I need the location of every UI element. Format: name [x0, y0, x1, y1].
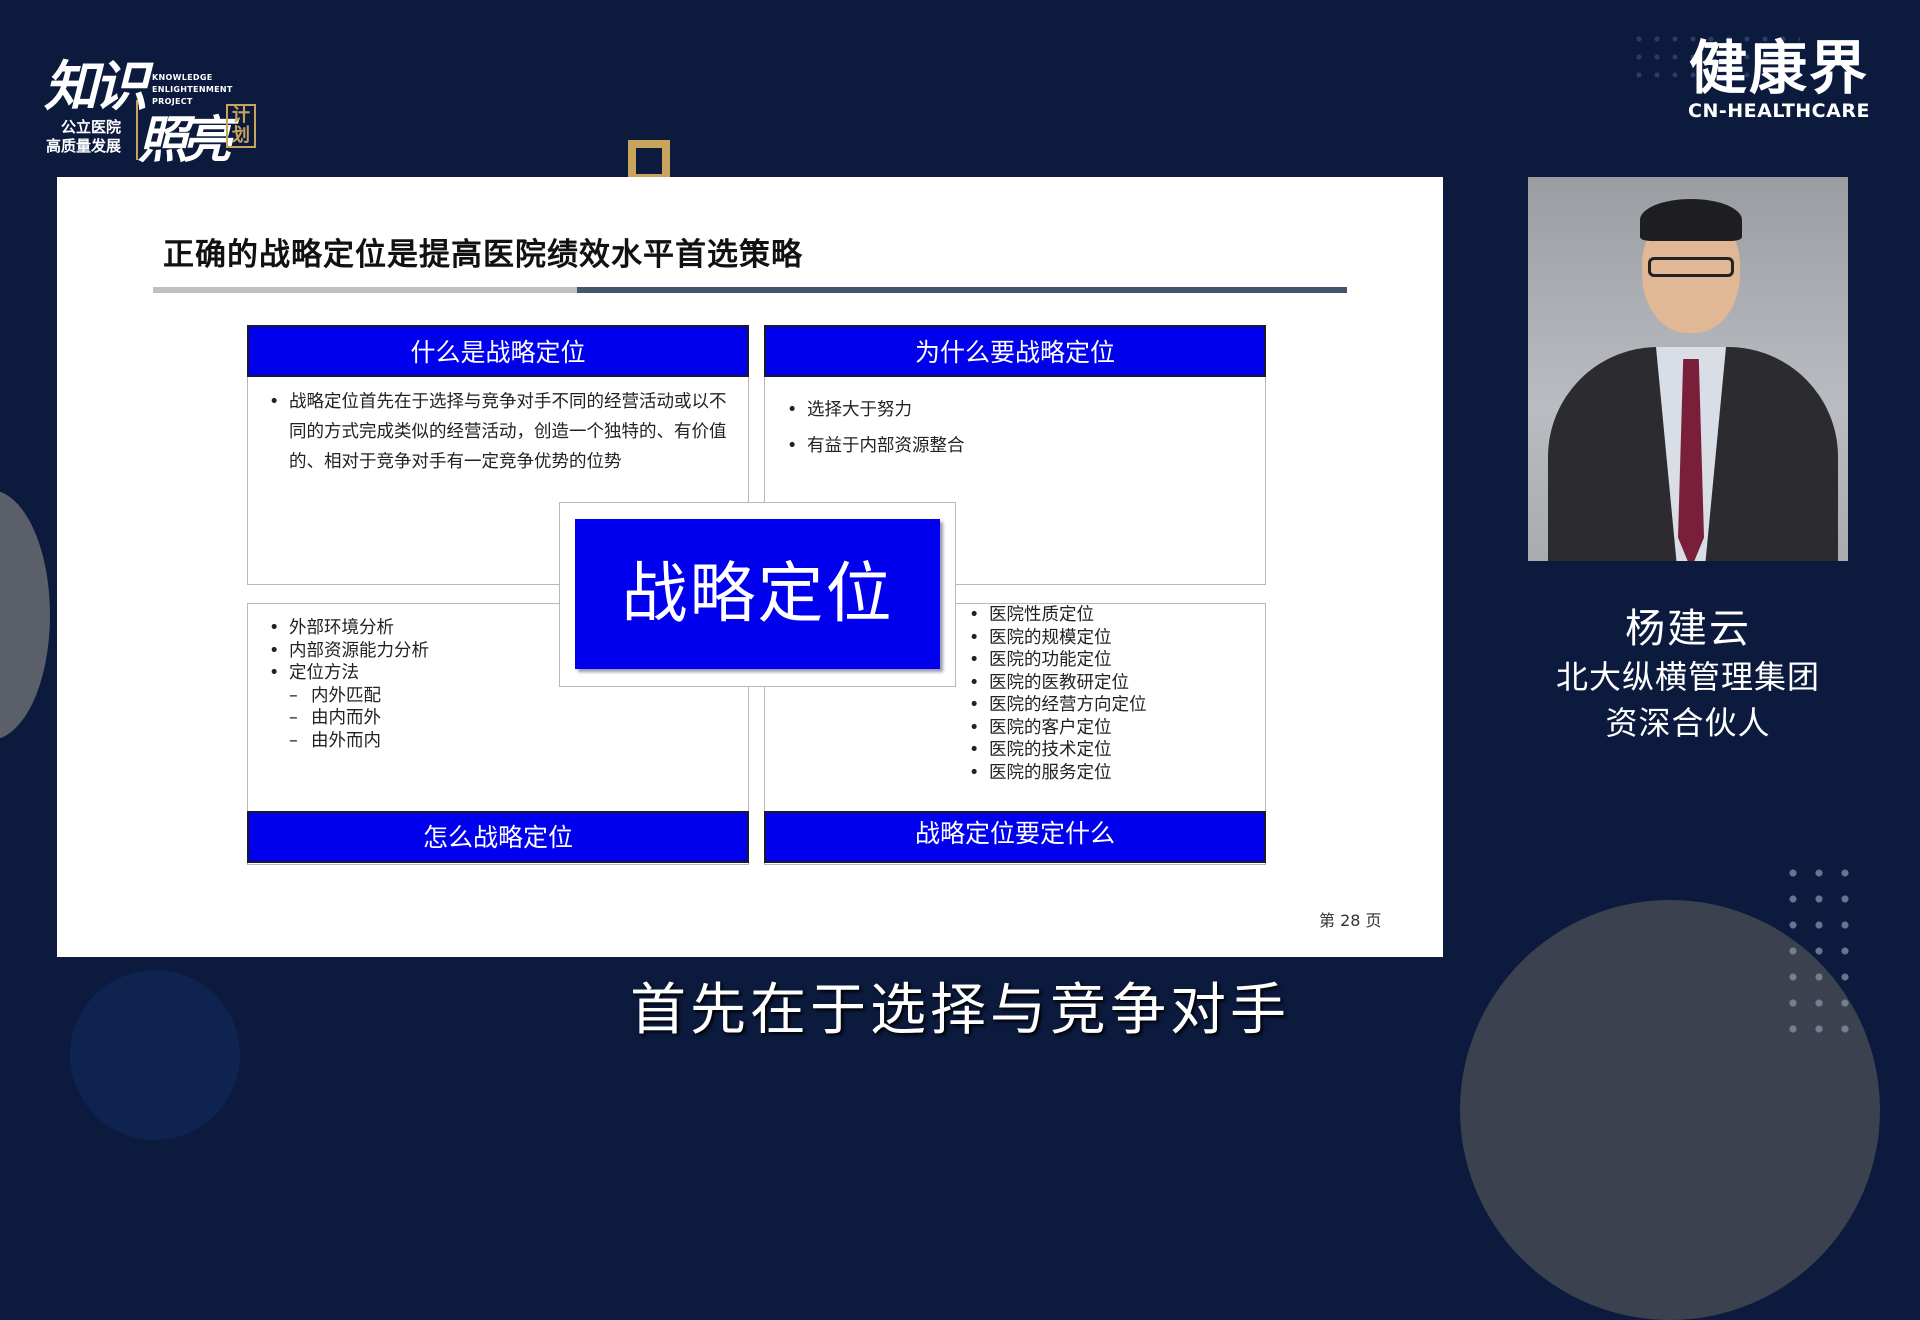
knowledge-project-logo: 知识 KNOWLEDGE ENLIGHTENMENT PROJECT 公立医院 … — [44, 42, 264, 172]
list-what-is: 战略定位首先在于选择与竞争对手不同的经营活动或以不同的方式完成类似的经营活动，创… — [269, 387, 739, 477]
list-item: 医院性质定位 — [969, 604, 1259, 627]
list-item: 有益于内部资源整合 — [787, 428, 1227, 464]
list-what-to-position: 医院性质定位 医院的规模定位 医院的功能定位 医院的医教研定位 医院的经营方向定… — [969, 604, 1259, 784]
header-how-positioning: 怎么战略定位 — [247, 811, 749, 863]
logo-main-text: 知识 — [44, 54, 148, 118]
list-how: 外部环境分析 内部资源能力分析 定位方法 内外匹配 由内而外 由外而内 — [269, 617, 569, 752]
slide-title: 正确的战略定位是提高医院绩效水平首选策略 — [163, 237, 803, 273]
logo-sub-line2: 高质量发展 — [46, 137, 122, 155]
logo-en-text: CN-HEALTHCARE — [1688, 100, 1870, 122]
photo-hair — [1640, 199, 1742, 241]
list-item: 医院的规模定位 — [969, 627, 1259, 650]
presentation-slide: 正确的战略定位是提高医院绩效水平首选策略 什么是战略定位 为什么要战略定位 怎么… — [57, 177, 1443, 957]
logo-english-line1: KNOWLEDGE — [152, 73, 213, 82]
logo-subtitle: 公立医院 高质量发展 — [46, 118, 121, 156]
list-item: 选择大于努力 — [787, 392, 1227, 428]
list-item: 医院的医教研定位 — [969, 672, 1259, 695]
logo-sub-line1: 公立医院 — [61, 118, 122, 136]
list-item: 医院的经营方向定位 — [969, 694, 1259, 717]
header-what-is-positioning: 什么是战略定位 — [247, 325, 749, 377]
list-sub-item: 由内而外 — [269, 707, 569, 730]
photo-glasses — [1648, 257, 1734, 277]
list-item: 外部环境分析 — [269, 617, 569, 640]
page-number: 第 28 页 — [1319, 911, 1382, 930]
speaker-photo — [1528, 177, 1848, 561]
logo-main-text-2: 照亮 — [138, 110, 232, 169]
list-item: 医院的技术定位 — [969, 739, 1259, 762]
list-why: 选择大于努力 有益于内部资源整合 — [787, 392, 1227, 464]
list-item: 定位方法 — [269, 662, 569, 685]
list-sub-item: 由外而内 — [269, 730, 569, 753]
cn-healthcare-logo: 健康界 CN-HEALTHCARE — [1686, 36, 1872, 122]
speaker-role: 资深合伙人 — [1605, 704, 1771, 742]
title-underline-dark — [577, 287, 1347, 293]
header-why-positioning: 为什么要战略定位 — [764, 325, 1266, 377]
title-underline-gray — [153, 287, 577, 293]
header-what-to-position: 战略定位要定什么 — [764, 811, 1266, 863]
logo-cn-text: 健康界 — [1688, 34, 1869, 102]
list-item: 内部资源能力分析 — [269, 640, 569, 663]
speaker-name: 杨建云 — [1625, 606, 1751, 652]
list-sub-item: 内外匹配 — [269, 685, 569, 708]
list-item: 医院的功能定位 — [969, 649, 1259, 672]
video-caption: 首先在于选择与竞争对手 — [630, 978, 1290, 1043]
list-item: 医院的客户定位 — [969, 717, 1259, 740]
logo-plan-badge: 计划 — [226, 104, 256, 148]
speaker-info: 杨建云 北大纵横管理集团 资深合伙人 — [1528, 604, 1848, 746]
list-item: 战略定位首先在于选择与竞争对手不同的经营活动或以不同的方式完成类似的经营活动，创… — [269, 387, 739, 477]
center-label-strategic-positioning: 战略定位 — [575, 519, 940, 669]
list-item: 医院的服务定位 — [969, 762, 1259, 785]
gold-square-decoration — [628, 140, 670, 182]
speaker-organization: 北大纵横管理集团 — [1555, 658, 1820, 696]
background-arc-left — [0, 490, 50, 740]
